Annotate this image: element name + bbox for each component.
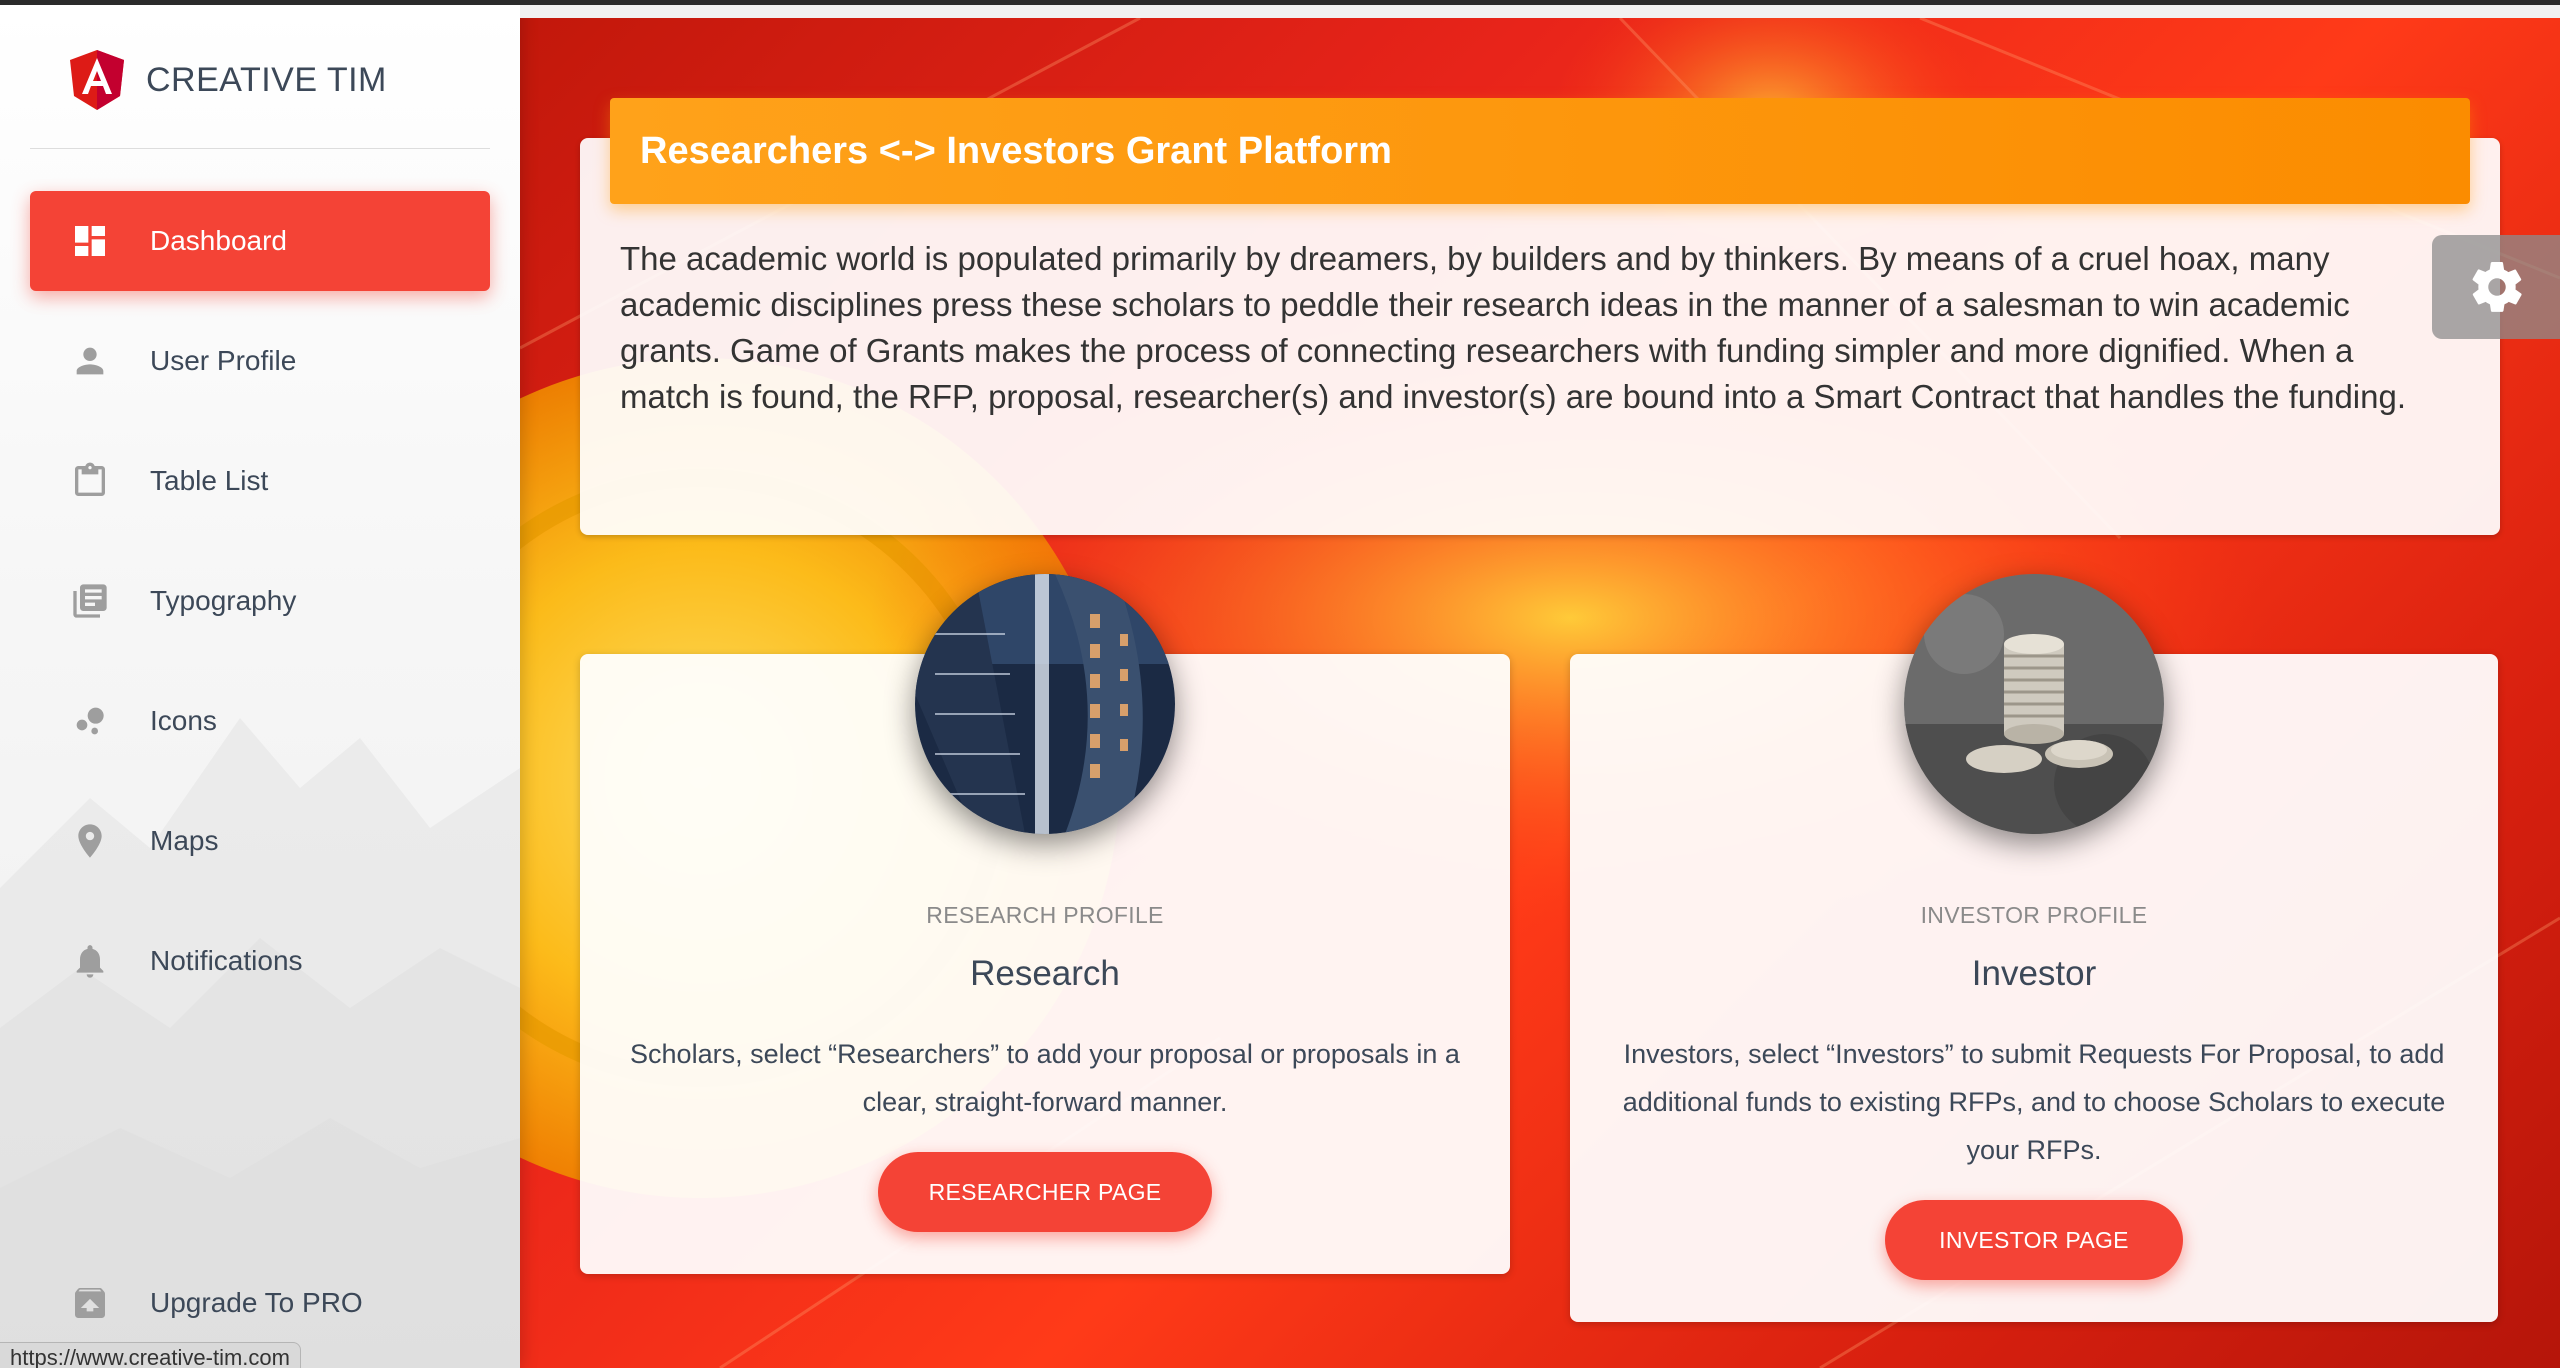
- research-card-title: Research: [970, 954, 1120, 993]
- investor-card-category: INVESTOR PROFILE: [1920, 902, 2148, 928]
- sidebar-item-dashboard[interactable]: Dashboard: [30, 191, 490, 291]
- sidebar: CREATIVE TIM Dashboard User Profile Tabl…: [0, 5, 520, 1368]
- sidebar-item-table-list[interactable]: Table List: [30, 431, 490, 531]
- intro-card-header: Researchers <-> Investors Grant Platform: [610, 98, 2470, 204]
- sidebar-item-label: Icons: [150, 705, 217, 736]
- sidebar-nav: Dashboard User Profile Table List Typogr…: [30, 191, 490, 1031]
- main-panel: Researchers <-> Investors Grant Platform…: [520, 18, 2560, 1368]
- investor-profile-card: INVESTOR PROFILE Investor Investors, sel…: [1570, 574, 2498, 1322]
- research-avatar: [915, 574, 1175, 834]
- sidebar-item-label: Upgrade To PRO: [150, 1287, 363, 1318]
- clipboard-icon: [70, 461, 110, 501]
- sidebar-item-maps[interactable]: Maps: [30, 791, 490, 891]
- research-card-category: RESEARCH PROFILE: [926, 902, 1164, 928]
- sidebar-divider: [30, 148, 490, 149]
- intro-description: The academic world is populated primaril…: [620, 240, 2407, 415]
- sidebar-item-label: Maps: [150, 825, 219, 856]
- person-icon: [70, 341, 110, 381]
- bubble-chart-icon: [70, 701, 110, 741]
- researcher-page-button[interactable]: RESEARCHER PAGE: [878, 1152, 1212, 1232]
- sidebar-item-label: Table List: [150, 465, 269, 496]
- research-profile-card: RESEARCH PROFILE Research Scholars, sele…: [580, 574, 1510, 1274]
- sidebar-item-icons[interactable]: Icons: [30, 671, 490, 771]
- sidebar-item-label: Typography: [150, 585, 297, 616]
- status-bar-url: https://www.creative-tim.com: [0, 1342, 301, 1368]
- sidebar-item-user-profile[interactable]: User Profile: [30, 311, 490, 411]
- browser-toolbar-strip: [520, 5, 2560, 18]
- sidebar-item-label: User Profile: [150, 345, 297, 376]
- investor-page-button[interactable]: INVESTOR PAGE: [1885, 1200, 2183, 1280]
- browser-top-edge: [0, 0, 2560, 5]
- sidebar-item-notifications[interactable]: Notifications: [30, 911, 490, 1011]
- dashboard-icon: [70, 221, 110, 261]
- gear-icon: [2472, 262, 2522, 312]
- research-card-description: Scholars, select “Researchers” to add yo…: [630, 1039, 1460, 1117]
- bell-icon: [70, 941, 110, 981]
- library-books-icon: [70, 581, 110, 621]
- unarchive-icon: [70, 1283, 110, 1323]
- investor-avatar: [1904, 574, 2164, 834]
- sidebar-item-typography[interactable]: Typography: [30, 551, 490, 651]
- sidebar-item-label: Notifications: [150, 945, 303, 976]
- investor-card-title: Investor: [1971, 954, 2097, 993]
- brand-name: CREATIVE TIM: [146, 60, 387, 99]
- brand-logo[interactable]: CREATIVE TIM: [70, 45, 387, 115]
- investor-card-description: Investors, select “Investors” to submit …: [1622, 1039, 2446, 1165]
- sidebar-item-label: Dashboard: [150, 225, 287, 256]
- sidebar-item-upgrade[interactable]: Upgrade To PRO: [30, 1253, 490, 1353]
- location-pin-icon: [70, 821, 110, 861]
- angular-logo-icon: [70, 50, 124, 110]
- fixed-plugin-settings-button[interactable]: [2432, 235, 2560, 339]
